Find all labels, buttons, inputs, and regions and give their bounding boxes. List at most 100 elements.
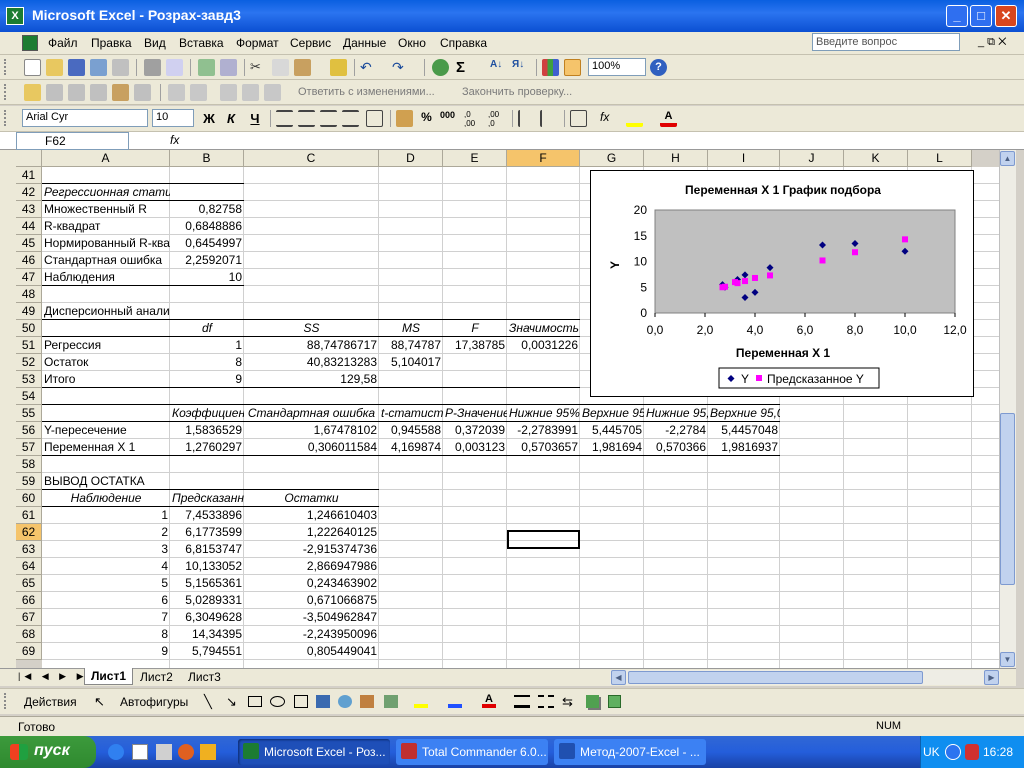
- tab-sheet3[interactable]: Лист3: [188, 670, 221, 684]
- italic-icon[interactable]: К: [222, 111, 240, 126]
- cell-b63[interactable]: 6,8153747: [170, 541, 244, 558]
- row-header-56[interactable]: 56: [16, 422, 42, 439]
- horizontal-scroll-thumb[interactable]: [628, 671, 923, 684]
- increase-decimal-icon[interactable]: ,0,00: [464, 110, 481, 128]
- drawing-icon[interactable]: [564, 59, 581, 76]
- insert-function-icon[interactable]: fx: [170, 133, 179, 147]
- review-icon-5[interactable]: [112, 84, 129, 101]
- security-shield-icon[interactable]: [965, 744, 979, 760]
- column-header-b[interactable]: B: [170, 150, 244, 167]
- cell-a56[interactable]: Y-пересечение: [42, 422, 170, 439]
- cell-b53[interactable]: 9: [170, 371, 244, 388]
- cell-d56[interactable]: 0,945588: [379, 422, 443, 439]
- excel-icon[interactable]: X: [6, 7, 24, 25]
- cell-e57[interactable]: 0,003123: [443, 439, 507, 456]
- underline-icon[interactable]: Ч: [246, 111, 264, 126]
- cell-c52[interactable]: 40,83213283: [244, 354, 379, 371]
- cell-h55[interactable]: Нижние 95,0%: [644, 405, 708, 422]
- app-icon[interactable]: [200, 744, 216, 760]
- cell-b50[interactable]: df: [170, 320, 244, 337]
- row-header-44[interactable]: 44: [16, 218, 42, 235]
- review-icon-10[interactable]: [242, 84, 259, 101]
- cell-d51[interactable]: 88,74787: [379, 337, 443, 354]
- cell-c57[interactable]: 0,306011584: [244, 439, 379, 456]
- oval-icon[interactable]: [270, 696, 285, 707]
- column-header-a[interactable]: A: [42, 150, 170, 167]
- sort-asc-icon[interactable]: A↓: [490, 59, 507, 76]
- help-icon[interactable]: ?: [650, 59, 667, 76]
- column-header-k[interactable]: K: [844, 150, 908, 167]
- undo-icon[interactable]: ↶: [360, 59, 377, 76]
- currency-icon[interactable]: [396, 110, 413, 127]
- row-header-62[interactable]: 62: [16, 524, 42, 541]
- select-all-corner[interactable]: [16, 150, 42, 167]
- diagram-icon[interactable]: [338, 695, 352, 708]
- cell-c64[interactable]: 2,866947986: [244, 558, 379, 575]
- cell-c67[interactable]: -3,504962847: [244, 609, 379, 626]
- help-search-input[interactable]: Введите вопрос: [812, 33, 960, 51]
- task-word[interactable]: Метод-2007-Excel - ...: [554, 739, 706, 765]
- cell-b69[interactable]: 5,794551: [170, 643, 244, 660]
- scroll-up-icon[interactable]: ▲: [1000, 151, 1015, 166]
- review-folder-icon[interactable]: [24, 84, 41, 101]
- textbox-icon[interactable]: [294, 695, 308, 708]
- select-pointer-icon[interactable]: ↖: [94, 694, 105, 710]
- cell-a46[interactable]: Стандартная ошибка: [42, 252, 170, 269]
- cell-d50[interactable]: MS: [379, 320, 443, 337]
- copy-icon[interactable]: [272, 59, 289, 76]
- row-header-45[interactable]: 45: [16, 235, 42, 252]
- cell-a60[interactable]: Наблюдение: [42, 490, 170, 507]
- row-header-63[interactable]: 63: [16, 541, 42, 558]
- name-box[interactable]: F62: [16, 132, 129, 150]
- ie-icon[interactable]: [108, 744, 124, 760]
- cell-b51[interactable]: 1: [170, 337, 244, 354]
- column-header-h[interactable]: H: [644, 150, 708, 167]
- explorer-icon[interactable]: [156, 744, 172, 760]
- cell-f56[interactable]: -2,2783991: [507, 422, 580, 439]
- line-color-icon[interactable]: [448, 695, 462, 708]
- line-style-icon[interactable]: [514, 695, 530, 708]
- align-center-icon[interactable]: [298, 110, 315, 127]
- cell-g56[interactable]: 5,445705: [580, 422, 644, 439]
- review-icon-7[interactable]: [168, 84, 185, 101]
- minimize-button[interactable]: _: [946, 5, 968, 27]
- cell-d57[interactable]: 4,169874: [379, 439, 443, 456]
- cell-e50[interactable]: F: [443, 320, 507, 337]
- cell-g55[interactable]: Верхние 95%: [580, 405, 644, 422]
- merge-center-icon[interactable]: [366, 110, 383, 127]
- review-icon-9[interactable]: [220, 84, 237, 101]
- wordart-icon[interactable]: [316, 695, 330, 708]
- cell-a65[interactable]: 5: [42, 575, 170, 592]
- cell-h57[interactable]: 0,570366: [644, 439, 708, 456]
- cell-b43[interactable]: 0,82758: [170, 201, 244, 218]
- language-indicator[interactable]: UK: [923, 745, 940, 759]
- cell-e55[interactable]: P-Значение: [443, 405, 507, 422]
- decrease-decimal-icon[interactable]: ,00,0: [488, 110, 505, 128]
- review-icon-6[interactable]: [134, 84, 151, 101]
- cell-h56[interactable]: -2,2784: [644, 422, 708, 439]
- scroll-down-icon[interactable]: ▼: [1000, 652, 1015, 667]
- column-header-e[interactable]: E: [443, 150, 507, 167]
- cell-b44[interactable]: 0,6848886: [170, 218, 244, 235]
- cell-b64[interactable]: 10,133052: [170, 558, 244, 575]
- desktop-icon[interactable]: [132, 744, 148, 760]
- menu-edit[interactable]: Правка: [91, 36, 132, 50]
- doc-window-controls[interactable]: _ ⧉ ✕: [978, 36, 1006, 49]
- document-icon[interactable]: [22, 35, 38, 51]
- borders-icon[interactable]: [570, 110, 587, 127]
- menu-window[interactable]: Окно: [398, 36, 426, 50]
- menu-insert[interactable]: Вставка: [179, 36, 224, 50]
- menu-format[interactable]: Формат: [236, 36, 279, 50]
- cell-b52[interactable]: 8: [170, 354, 244, 371]
- redo-icon[interactable]: ↷: [392, 59, 409, 76]
- tray-arrow-icon[interactable]: [945, 744, 961, 760]
- rectangle-icon[interactable]: [248, 696, 262, 707]
- cell-a59[interactable]: ВЫВОД ОСТАТКА: [42, 473, 170, 490]
- draw-actions-menu[interactable]: Действия: [24, 695, 77, 709]
- cell-c55[interactable]: Стандартная ошибка: [244, 405, 379, 422]
- justify-icon[interactable]: [342, 110, 359, 127]
- align-left-icon[interactable]: [276, 110, 293, 127]
- media-icon[interactable]: [178, 744, 194, 760]
- cell-a44[interactable]: R-квадрат: [42, 218, 170, 235]
- task-excel[interactable]: Microsoft Excel - Роз...: [238, 739, 390, 765]
